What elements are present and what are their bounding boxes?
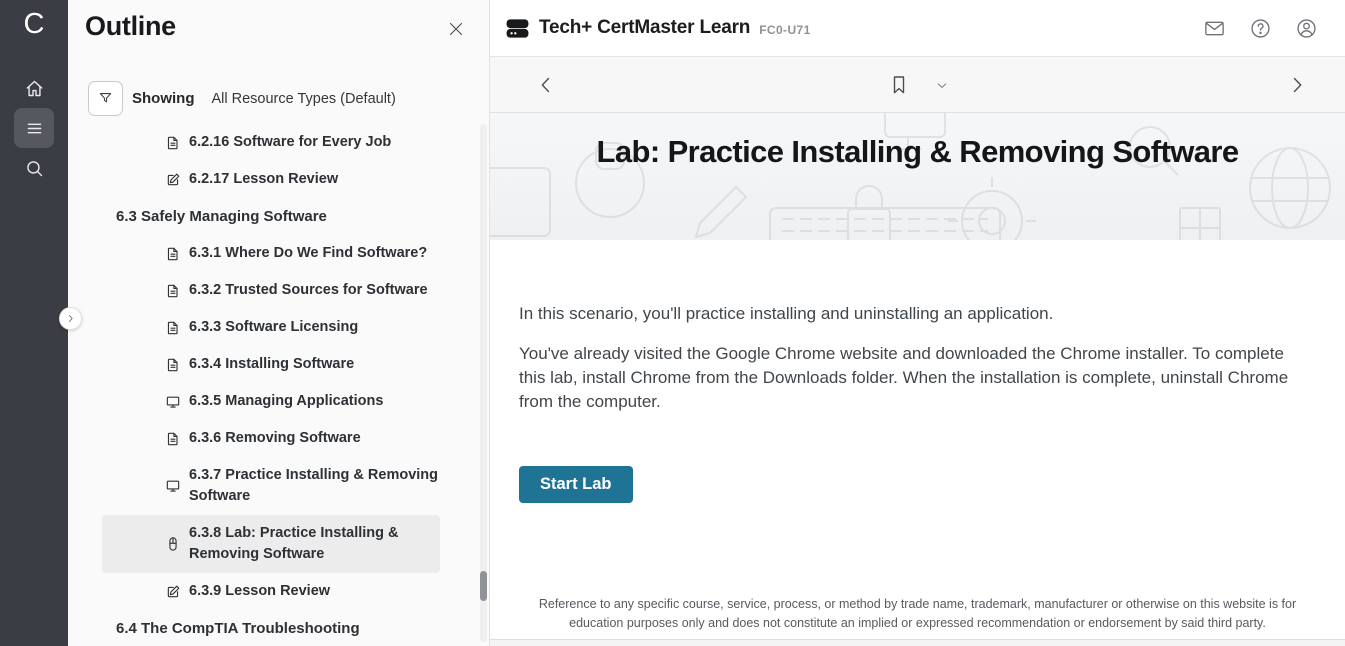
- close-icon: [445, 18, 467, 40]
- outline-scrollbar-thumb[interactable]: [480, 571, 487, 601]
- filter-icon: [97, 90, 114, 107]
- edit-icon: [165, 172, 181, 188]
- bookmark-button[interactable]: [887, 73, 911, 97]
- product-title: Tech+ CertMaster Learn: [539, 17, 750, 39]
- outline-item-label: 6.3.5 Managing Applications: [189, 391, 450, 412]
- home-button[interactable]: [14, 68, 54, 108]
- outline-item[interactable]: 6.3.3 Software Licensing: [68, 309, 480, 346]
- lesson-paragraph: You've already visited the Google Chrome…: [519, 342, 1311, 414]
- comptia-logo: C: [0, 4, 68, 44]
- outline-item-label: 6.3.9 Lesson Review: [189, 581, 450, 602]
- start-lab-button[interactable]: Start Lab: [519, 466, 633, 503]
- document-icon: [165, 357, 181, 373]
- panel-expander-button[interactable]: [59, 307, 82, 330]
- document-icon: [165, 320, 181, 336]
- outline-item[interactable]: 6.3.4 Installing Software: [68, 346, 480, 383]
- document-icon: [165, 431, 181, 447]
- outline-title: Outline: [85, 11, 176, 42]
- bookmark-menu-button[interactable]: [935, 79, 949, 93]
- account-button[interactable]: [1294, 16, 1319, 41]
- outline-item[interactable]: 6.3.2 Trusted Sources for Software: [68, 272, 480, 309]
- lesson-paragraph: In this scenario, you'll practice instal…: [519, 302, 1311, 326]
- nav-rail: C: [0, 0, 68, 646]
- next-page-button[interactable]: [1285, 73, 1309, 97]
- outline-item-label: 6.3.3 Software Licensing: [189, 317, 450, 338]
- outline-item-label: 6.3.7 Practice Installing & Removing Sof…: [189, 465, 450, 507]
- outline-item-label: 6.3.4 Installing Software: [189, 354, 450, 375]
- outline-item[interactable]: 6.2.17 Lesson Review: [68, 161, 480, 198]
- outline-scrollbar-track[interactable]: [480, 124, 487, 642]
- outline-toggle-button[interactable]: [14, 108, 54, 148]
- menu-icon: [24, 118, 45, 139]
- outline-item[interactable]: 6.3.1 Where Do We Find Software?: [68, 235, 480, 272]
- user-icon: [1295, 17, 1318, 40]
- outline-item-label: 6.3.1 Where Do We Find Software?: [189, 243, 450, 264]
- filter-bar: Showing All Resource Types (Default): [88, 81, 396, 116]
- disclaimer-footer: Reference to any specific course, servic…: [490, 595, 1345, 640]
- outline-item-label: 6.3.2 Trusted Sources for Software: [189, 280, 450, 301]
- main-area: Tech+ CertMaster Learn FC0-U71: [490, 0, 1345, 646]
- outline-item[interactable]: 6.3.6 Removing Software: [68, 420, 480, 457]
- document-icon: [165, 246, 181, 262]
- document-icon: [165, 135, 181, 151]
- certmaster-logo-icon: [505, 16, 530, 41]
- help-icon: [1249, 17, 1272, 40]
- chevron-right-icon: [65, 313, 76, 324]
- search-icon: [24, 158, 45, 179]
- outline-item[interactable]: 6.2.16 Software for Every Job: [68, 124, 480, 161]
- chevron-down-icon: [935, 79, 949, 93]
- course-code: FC0-U71: [759, 23, 810, 37]
- outline-panel: Outline Showing All Resource Types (Defa…: [68, 0, 490, 646]
- close-outline-button[interactable]: [445, 18, 467, 40]
- bookmark-icon: [887, 73, 911, 97]
- disclaimer-text: Reference to any specific course, servic…: [523, 595, 1313, 632]
- filter-value: All Resource Types (Default): [212, 91, 396, 107]
- mail-icon: [1203, 17, 1226, 40]
- search-button[interactable]: [14, 148, 54, 188]
- outline-item[interactable]: 6.3.7 Practice Installing & Removing Sof…: [68, 457, 480, 515]
- header-actions: [1202, 16, 1319, 41]
- outline-item[interactable]: 6.3.5 Managing Applications: [68, 383, 480, 420]
- help-button[interactable]: [1248, 16, 1273, 41]
- home-icon: [24, 78, 45, 99]
- messages-button[interactable]: [1202, 16, 1227, 41]
- filter-label: Showing: [132, 90, 195, 107]
- outline-item-selected[interactable]: 6.3.8 Lab: Practice Installing & Removin…: [102, 515, 440, 573]
- outline-item-label: 6.2.17 Lesson Review: [189, 169, 450, 190]
- certmaster-learn-app: C Outline Showing All Resource Types (De…: [0, 0, 1345, 646]
- lesson-banner: Lab: Practice Installing & Removing Soft…: [490, 113, 1345, 240]
- chevron-right-icon: [1285, 73, 1309, 97]
- mouse-icon: [165, 536, 181, 552]
- filter-button[interactable]: [88, 81, 123, 116]
- outline-section-heading: 6.4 The CompTIA Troubleshooting: [68, 610, 480, 646]
- screen-icon: [165, 478, 181, 494]
- lesson-content: In this scenario, you'll practice instal…: [490, 302, 1345, 503]
- outline-list: 6.2.16 Software for Every Job 6.2.17 Less…: [68, 124, 480, 646]
- lesson-title: Lab: Practice Installing & Removing Soft…: [490, 113, 1345, 170]
- app-header: Tech+ CertMaster Learn FC0-U71: [490, 0, 1345, 57]
- outline-item-label: 6.2.16 Software for Every Job: [189, 132, 450, 153]
- bottom-strip: [490, 640, 1345, 646]
- lesson-toolbar: [490, 57, 1345, 113]
- outline-section-heading: 6.3 Safely Managing Software: [68, 198, 480, 235]
- document-icon: [165, 283, 181, 299]
- outline-item[interactable]: 6.3.9 Lesson Review: [68, 573, 480, 610]
- edit-icon: [165, 584, 181, 600]
- outline-item-label: 6.3.8 Lab: Practice Installing & Removin…: [189, 523, 422, 565]
- screen-icon: [165, 394, 181, 410]
- outline-item-label: 6.3.6 Removing Software: [189, 428, 450, 449]
